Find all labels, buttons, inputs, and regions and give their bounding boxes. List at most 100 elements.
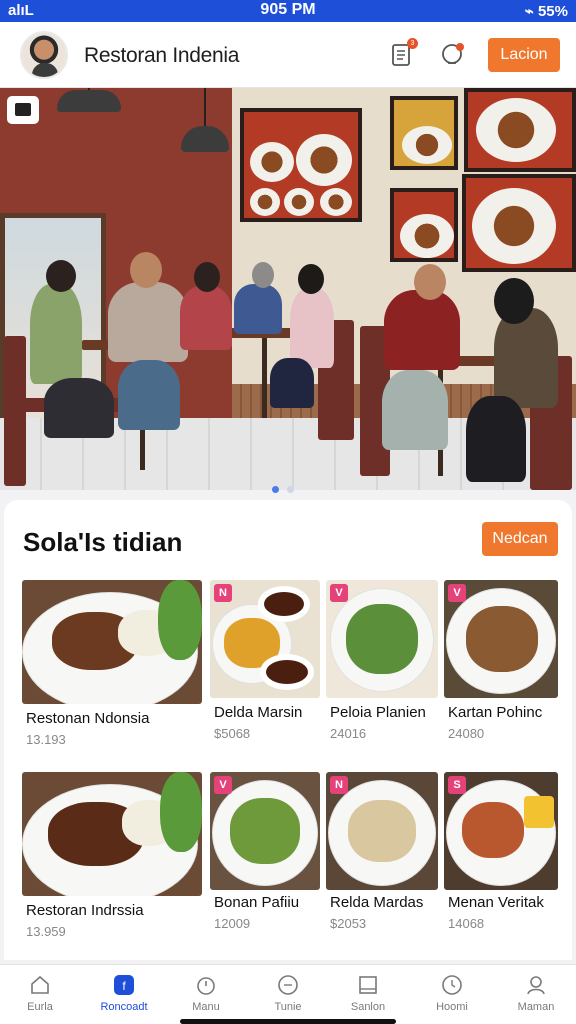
wifi-icon: ⌁ — [524, 3, 538, 20]
carousel-dot[interactable] — [287, 486, 294, 493]
tab-home[interactable]: Eurla — [0, 973, 80, 1013]
pendant-lamp — [57, 90, 121, 112]
dish-card[interactable]: N Relda Mardas $2053 — [326, 772, 438, 942]
tab-restaurant[interactable]: f Roncoadt — [84, 973, 164, 1013]
tab-label: Eurla — [27, 1001, 53, 1013]
dish-price: $2053 — [330, 916, 367, 931]
menu-poster — [240, 108, 362, 222]
diner-head — [194, 262, 220, 292]
menu-poster — [390, 96, 458, 170]
status-bar: alıL 905 PM ⌁ 55% — [0, 0, 576, 22]
dish-price: 24080 — [448, 726, 485, 741]
carousel-dot-active[interactable] — [272, 486, 279, 493]
dish-name: Delda Marsin — [214, 704, 303, 721]
home-icon — [31, 975, 49, 994]
home-indicator[interactable] — [180, 1019, 396, 1024]
dish-image: V — [444, 580, 558, 698]
dish-card[interactable]: V Kartan Pohinc 24080 — [444, 580, 558, 750]
timer-icon — [197, 977, 215, 995]
tab-label: Hoomi — [436, 1001, 468, 1013]
dish-price: 14068 — [448, 916, 485, 931]
diner-head — [298, 264, 324, 294]
chat-icon[interactable] — [440, 42, 466, 68]
diner — [494, 308, 558, 408]
diner — [234, 284, 282, 334]
table-leg — [262, 338, 267, 418]
tab-label: Sanlon — [350, 1001, 386, 1013]
tab-label: Manu — [192, 1001, 220, 1013]
dish-image: N — [326, 772, 438, 890]
dish-tag: V — [214, 776, 232, 794]
dish-price: 12009 — [214, 916, 251, 931]
notification-badge: 3 — [407, 38, 418, 49]
dish-image: V — [326, 580, 438, 698]
profile-icon — [527, 976, 545, 995]
diner-head — [414, 264, 446, 300]
diner — [382, 370, 448, 450]
dish-name: Relda Mardas — [330, 894, 424, 911]
carousel-indicator[interactable] — [272, 480, 302, 498]
dish-card[interactable]: Restonan Ndonsia 13.193 — [22, 580, 202, 750]
square-icon — [359, 976, 377, 994]
video-icon[interactable] — [7, 96, 39, 124]
diner — [384, 290, 460, 370]
lamp-cord — [204, 88, 206, 128]
avatar[interactable] — [20, 31, 68, 79]
dish-card[interactable]: Restoran Indrssia 13.959 — [22, 772, 202, 942]
tab-menu[interactable]: Manu — [166, 973, 246, 1013]
dish-image: S — [444, 772, 558, 890]
dish-image: V — [210, 772, 320, 890]
orders-icon[interactable]: 3 — [388, 38, 418, 68]
diner — [290, 288, 334, 368]
tab-tunie[interactable]: Tunie — [248, 973, 328, 1013]
plate-icon — [278, 975, 298, 995]
diner-head — [130, 252, 162, 288]
dish-name: Menan Veritak — [448, 894, 544, 911]
bottom-tab-bar: Eurla f Roncoadt Manu Tunie Sanlon Hoomi… — [0, 964, 576, 1024]
status-time: 905 PM — [260, 1, 316, 18]
restaurant-icon: f — [114, 975, 134, 995]
diner — [270, 358, 314, 408]
dish-image — [22, 772, 202, 896]
dish-tag: N — [330, 776, 348, 794]
dish-tag: V — [330, 584, 348, 602]
dish-price: $5068 — [214, 726, 251, 741]
diner — [108, 282, 188, 362]
dish-tag: V — [448, 584, 466, 602]
diner — [118, 360, 180, 430]
diner-head — [252, 262, 274, 288]
tab-hoomi[interactable]: Hoomi — [412, 973, 492, 1013]
location-button[interactable]: Lacion — [488, 38, 560, 72]
dish-name: Restonan Ndonsia — [26, 710, 150, 727]
app-header: Restoran Indenia 3 Lacion — [0, 22, 576, 88]
dish-tag: S — [448, 776, 466, 794]
battery-percent: 55% — [537, 3, 568, 20]
menu-poster — [464, 88, 576, 172]
diner — [30, 284, 82, 384]
dish-image — [22, 580, 202, 704]
hero-image[interactable] — [0, 88, 576, 490]
tab-label: Tunie — [274, 1001, 302, 1013]
tab-sanlon[interactable]: Sanlon — [328, 973, 408, 1013]
menu-poster — [462, 174, 576, 272]
section-title: Sola'Is tidian — [23, 527, 183, 557]
dish-card[interactable]: V Bonan Pafiiu 12009 — [210, 772, 320, 942]
tab-label: Roncoadt — [100, 1001, 148, 1013]
dish-image: N — [210, 580, 320, 698]
dish-card[interactable]: V Peloia Planien 24016 — [326, 580, 438, 750]
dish-card[interactable]: N Delda Marsin $5068 — [210, 580, 320, 750]
tab-label: Maman — [517, 1001, 555, 1013]
battery-indicator: ⌁ 55% — [525, 2, 568, 20]
dish-name: Kartan Pohinc — [448, 704, 543, 721]
history-icon — [442, 975, 462, 995]
dish-price: 13.959 — [26, 924, 66, 939]
dish-card[interactable]: S Menan Veritak 14068 — [444, 772, 558, 942]
diner — [180, 286, 232, 350]
diner — [466, 396, 526, 482]
dish-name: Peloia Planien — [330, 704, 426, 721]
dish-price: 13.193 — [26, 732, 66, 747]
order-button[interactable]: Nedcan — [482, 522, 558, 556]
tab-profile[interactable]: Maman — [496, 973, 576, 1013]
dish-tag: N — [214, 584, 232, 602]
diner — [44, 378, 114, 438]
